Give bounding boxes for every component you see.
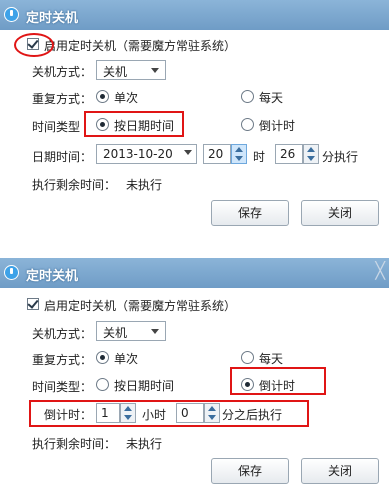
enable-shutdown-checkbox[interactable] [27,297,39,310]
shutdown-mode-select[interactable]: 关机 [96,321,166,341]
repeat-daily-label: 每天 [259,91,284,105]
minute-value: 26 [280,147,296,161]
hours-spinner[interactable] [120,403,136,423]
repeat-once-radio[interactable] [96,351,109,364]
window-title: 定时关机 [26,11,79,26]
title-bar: 定时关机 ╳ [0,258,389,288]
shutdown-mode-label: 关机方式： [32,65,93,79]
repeat-daily-label: 每天 [259,352,284,366]
by-date-radio[interactable] [96,118,109,131]
spin-down-icon [208,415,216,420]
close-button[interactable]: 关闭 [301,458,379,484]
repeat-once-label: 单次 [114,91,139,105]
close-button[interactable]: 关闭 [301,200,379,226]
shutdown-dialog-date-mode: 定时关机 启用定时关机（需要魔方常驻系统） 关机方式： 关机 重复方式： 单次 … [0,0,389,236]
countdown-radio[interactable] [241,378,254,391]
remaining-label: 执行剩余时间： [32,178,117,192]
repeat-label: 重复方式： [32,353,93,367]
hour-value: 20 [208,147,224,161]
countdown-radio[interactable] [241,118,254,131]
power-icon [4,265,19,280]
countdown-minutes-input[interactable]: 0 [176,403,204,423]
hour-spinner[interactable] [231,144,247,164]
hours-unit: 小时 [142,408,167,422]
remaining-value: 未执行 [126,178,163,192]
shutdown-mode-select[interactable]: 关机 [96,60,166,80]
time-type-label: 时间类型： [32,380,93,394]
chevron-down-icon [151,329,159,334]
close-icon[interactable]: ╳ [375,261,385,280]
chevron-down-icon [151,68,159,73]
by-date-radio[interactable] [96,378,109,391]
shutdown-mode-value: 关机 [103,65,128,79]
save-button[interactable]: 保存 [211,458,289,484]
enable-shutdown-label: 启用定时关机（需要魔方常驻系统） [44,299,237,313]
spin-down-icon [307,156,315,161]
countdown-label: 倒计时 [259,119,296,133]
remaining-value: 未执行 [126,437,163,451]
minutes-suffix: 分之后执行 [222,408,283,422]
window-title: 定时关机 [26,269,79,284]
shutdown-mode-value: 关机 [103,326,128,340]
power-icon [4,7,19,22]
remaining-label: 执行剩余时间： [32,437,117,451]
date-picker[interactable]: 2013-10-20 [96,144,197,164]
hour-input[interactable]: 20 [203,144,231,164]
spin-down-icon [235,156,243,161]
date-value: 2013-10-20 [103,147,173,161]
highlight-oval [14,33,54,57]
spin-down-icon [124,415,132,420]
repeat-once-label: 单次 [114,352,139,366]
minutes-value: 0 [181,406,189,420]
spin-up-icon [208,406,216,411]
spin-up-icon [307,147,315,152]
minute-input[interactable]: 26 [275,144,303,164]
dropdown-icon [184,150,192,155]
time-type-label: 时间类型 [32,120,81,134]
spin-up-icon [124,406,132,411]
datetime-label: 日期时间： [32,150,93,164]
by-date-label: 按日期时间 [114,119,175,133]
repeat-once-radio[interactable] [96,90,109,103]
countdown-label: 倒计时 [259,379,296,393]
repeat-label: 重复方式： [32,92,93,106]
countdown-row-label: 倒计时： [44,408,93,422]
repeat-daily-radio[interactable] [241,90,254,103]
minute-spinner[interactable] [303,144,319,164]
save-button[interactable]: 保存 [211,200,289,226]
separator [0,236,389,258]
hours-value: 1 [101,406,109,420]
shutdown-dialog-countdown-mode: 定时关机 ╳ 启用定时关机（需要魔方常驻系统） 关机方式： 关机 重复方式： 单… [0,258,389,486]
countdown-hours-input[interactable]: 1 [96,403,120,423]
title-bar: 定时关机 [0,0,389,30]
repeat-daily-radio[interactable] [241,351,254,364]
enable-shutdown-label: 启用定时关机（需要魔方常驻系统） [44,39,237,53]
shutdown-mode-label: 关机方式： [32,327,93,341]
minute-suffix: 分执行 [322,150,359,164]
check-icon [27,297,39,309]
by-date-label: 按日期时间 [114,379,175,393]
minutes-spinner[interactable] [204,403,220,423]
spin-up-icon [235,147,243,152]
hour-unit: 时 [253,150,266,164]
